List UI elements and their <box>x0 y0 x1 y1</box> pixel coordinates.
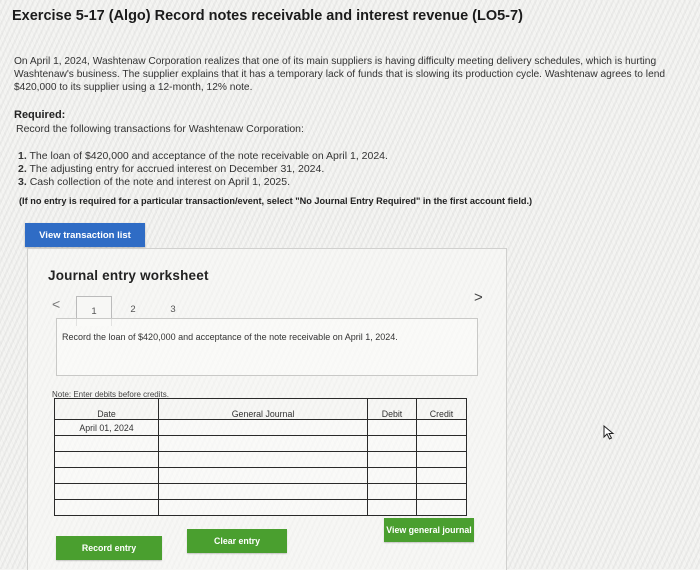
credit-input[interactable] <box>416 499 467 516</box>
problem-intro: On April 1, 2024, Washtenaw Corporation … <box>14 56 666 93</box>
required-label: Required: <box>14 109 66 121</box>
account-select[interactable] <box>158 483 368 500</box>
date-select[interactable] <box>54 435 159 452</box>
debit-input[interactable] <box>367 467 417 484</box>
debit-input[interactable] <box>367 419 417 436</box>
account-select[interactable] <box>158 467 368 484</box>
required-item: 1. The loan of $420,000 and acceptance o… <box>18 150 388 162</box>
table-row <box>54 499 467 516</box>
required-text: Record the following transactions for Wa… <box>16 123 304 135</box>
required-items: 1. The loan of $420,000 and acceptance o… <box>18 150 388 189</box>
credit-input[interactable] <box>416 467 467 484</box>
credit-input[interactable] <box>416 419 467 436</box>
transaction-description: Record the loan of $420,000 and acceptan… <box>62 332 398 342</box>
table-row: April 01, 2024 <box>54 419 467 436</box>
date-select[interactable] <box>54 467 159 484</box>
credit-input[interactable] <box>416 451 467 468</box>
account-select[interactable] <box>158 435 368 452</box>
worksheet-title: Journal entry worksheet <box>48 268 209 283</box>
debit-input[interactable] <box>367 451 417 468</box>
debit-header: Debit <box>367 398 417 420</box>
table-row <box>54 435 467 452</box>
debit-input[interactable] <box>367 483 417 500</box>
date-header: Date <box>54 398 159 420</box>
journal-table: Date General Journal Debit Credit April … <box>54 398 467 516</box>
account-select[interactable] <box>158 451 368 468</box>
date-select[interactable] <box>54 483 159 500</box>
date-select[interactable] <box>54 451 159 468</box>
debit-input[interactable] <box>367 435 417 452</box>
credit-input[interactable] <box>416 483 467 500</box>
account-select[interactable] <box>158 419 368 436</box>
clear-entry-button[interactable]: Clear entry <box>187 529 287 553</box>
view-general-journal-button[interactable]: View general journal <box>384 518 474 542</box>
date-select[interactable] <box>54 499 159 516</box>
next-arrow-icon[interactable]: > <box>474 289 483 306</box>
no-entry-note: (If no entry is required for a particula… <box>19 196 533 206</box>
table-row <box>54 451 467 468</box>
credit-header: Credit <box>416 398 467 420</box>
required-item: 2. The adjusting entry for accrued inter… <box>18 163 325 175</box>
table-row <box>54 467 467 484</box>
account-select[interactable] <box>158 499 368 516</box>
prev-arrow-icon[interactable]: < <box>52 296 60 312</box>
record-entry-button[interactable]: Record entry <box>56 536 162 560</box>
table-row <box>54 483 467 500</box>
required-item: 3. Cash collection of the note and inter… <box>18 176 291 188</box>
debit-input[interactable] <box>367 499 417 516</box>
credit-input[interactable] <box>416 435 467 452</box>
view-transaction-list-button[interactable]: View transaction list <box>25 223 145 247</box>
page-title: Exercise 5-17 (Algo) Record notes receiv… <box>12 8 523 24</box>
transaction-description-box <box>56 318 478 376</box>
mouse-pointer-icon <box>603 425 615 440</box>
general-journal-header: General Journal <box>158 398 368 420</box>
journal-header-row: Date General Journal Debit Credit <box>54 398 467 420</box>
date-select[interactable]: April 01, 2024 <box>54 419 159 436</box>
